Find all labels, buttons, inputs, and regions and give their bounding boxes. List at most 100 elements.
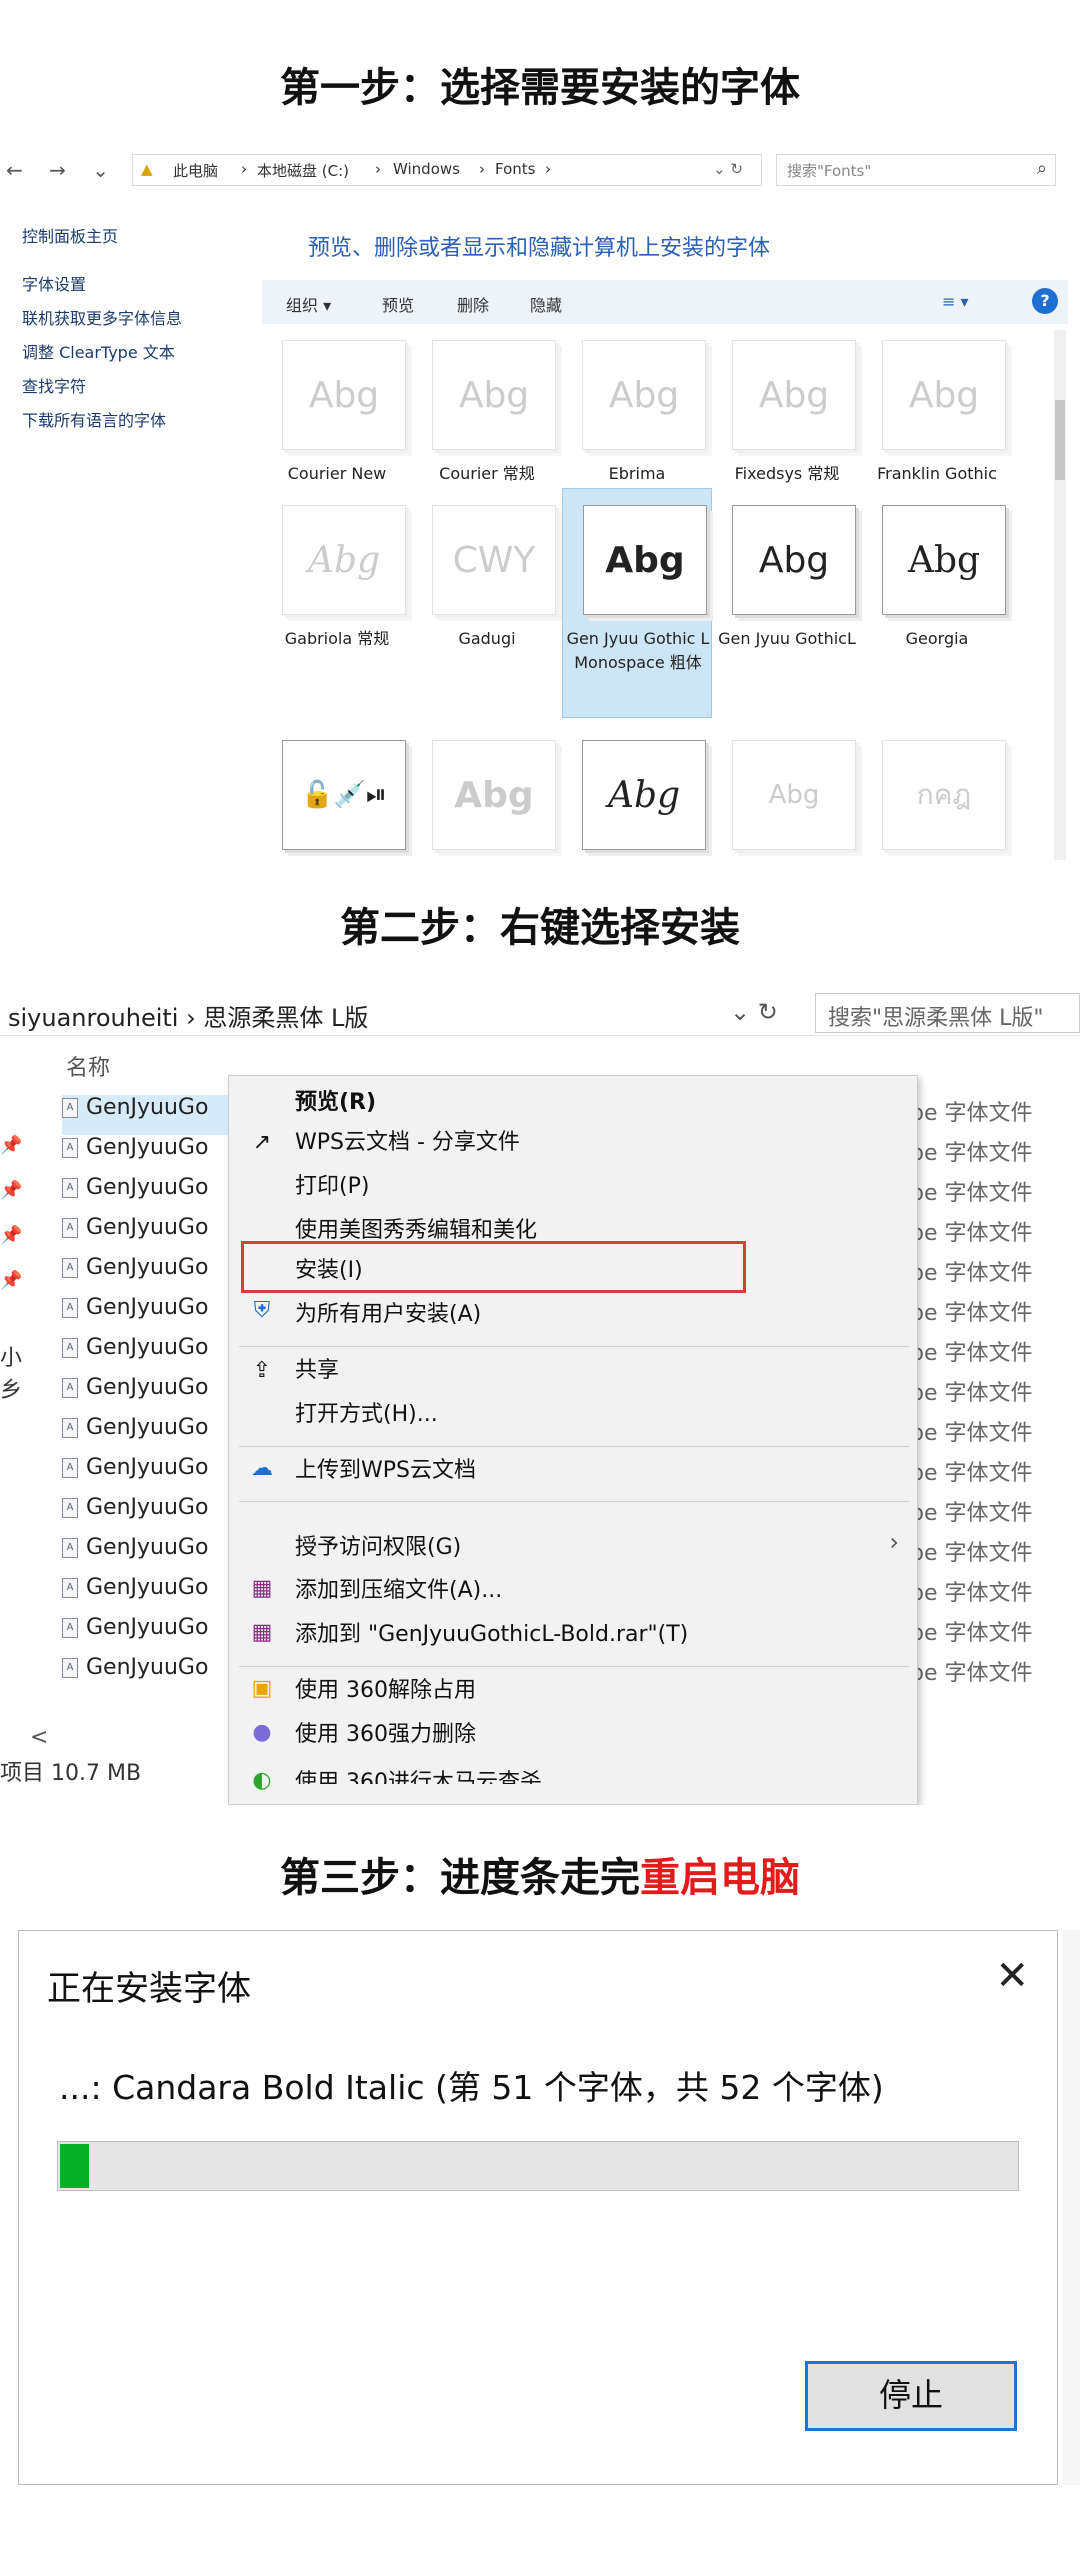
- help-icon[interactable]: ?: [1032, 288, 1058, 314]
- file-row[interactable]: A GenJyuuGo: [62, 1415, 242, 1455]
- file-row[interactable]: A GenJyuuGo: [62, 1215, 242, 1255]
- font-label: Gabriola 常规: [284, 629, 390, 648]
- font-tile[interactable]: Abg Courier New: [262, 330, 412, 483]
- font-label: Ebrima: [608, 464, 666, 483]
- file-row[interactable]: A GenJyuuGo: [62, 1455, 242, 1495]
- hide-button[interactable]: 隐藏: [530, 292, 562, 316]
- font-tile[interactable]: Abg: [412, 730, 562, 860]
- scroll-left-arrow[interactable]: <: [30, 1725, 230, 1753]
- file-row[interactable]: A GenJyuuGo: [62, 1615, 242, 1655]
- font-file-icon: A: [62, 1338, 78, 1358]
- pin-icon: 📌: [0, 1270, 23, 1291]
- font-preview: Abg: [282, 505, 406, 615]
- delete-button[interactable]: 删除: [457, 292, 489, 316]
- file-row[interactable]: A GenJyuuGo: [62, 1535, 242, 1575]
- folder-icon: ▲: [141, 160, 153, 178]
- menu-upload-wps[interactable]: 上传到WPS云文档: [295, 1454, 476, 1488]
- column-name-header[interactable]: 名称: [66, 1050, 110, 1082]
- font-tile[interactable]: Abg Fixedsys 常规: [712, 330, 862, 483]
- nav-cleartype[interactable]: 调整 ClearType 文本: [22, 336, 182, 370]
- folder-path[interactable]: siyuanrouheiti › 思源柔黑体 L版: [8, 998, 368, 1033]
- font-tile-selected[interactable]: Abg Gen Jyuu Gothic L Monospace 粗体: [562, 488, 712, 718]
- font-tile[interactable]: กคฎ: [862, 730, 1012, 860]
- pin-icon: 📌: [0, 1225, 23, 1246]
- context-menu: 预览(R) ↗ WPS云文档 - 分享文件 打印(P) 使用美图秀秀编辑和美化 …: [228, 1075, 918, 1805]
- preview-button[interactable]: 预览: [382, 292, 414, 316]
- menu-add-rar[interactable]: 添加到 "GenJyuuGothicL-Bold.rar"(T): [295, 1618, 688, 1652]
- cloud-upload-icon: ☁: [251, 1456, 273, 1481]
- file-row[interactable]: A GenJyuuGo: [62, 1575, 242, 1615]
- organize-button[interactable]: 组织 ▾: [286, 292, 331, 316]
- menu-360-unlock[interactable]: 使用 360解除占用: [295, 1674, 476, 1708]
- menu-install-all-users[interactable]: 为所有用户安装(A): [295, 1298, 481, 1332]
- view-menu-button[interactable]: ≡ ▾: [942, 292, 969, 311]
- stop-button[interactable]: 停止: [805, 2361, 1017, 2431]
- menu-360-delete[interactable]: 使用 360强力删除: [295, 1718, 476, 1752]
- font-tile[interactable]: Abg Georgia: [862, 495, 1012, 648]
- background-window-edge: [1062, 1930, 1080, 2485]
- search-input[interactable]: 搜索"思源柔黑体 L版": [815, 993, 1080, 1033]
- font-tile[interactable]: Abg Franklin Gothic: [862, 330, 1012, 483]
- scrollbar-thumb[interactable]: [1055, 400, 1065, 480]
- step3-title-main: 第三步：进度条走完: [280, 1855, 640, 1901]
- file-type: pe 字体文件: [910, 1501, 1033, 1526]
- menu-360-scan[interactable]: 使用 360进行木马云查杀: [295, 1766, 542, 1784]
- font-tile[interactable]: Abg Courier 常规: [412, 330, 562, 483]
- file-row[interactable]: A GenJyuuGo: [62, 1255, 242, 1295]
- search-input[interactable]: 搜索"Fonts" ⌕: [776, 154, 1056, 186]
- sidebar-item-label[interactable]: 小乡: [0, 1340, 22, 1404]
- font-label: Courier New: [287, 464, 387, 483]
- unlock-360-icon: ▣: [251, 1676, 273, 1701]
- menu-grant-access[interactable]: 授予访问权限(G): [295, 1531, 461, 1565]
- menu-preview[interactable]: 预览(R): [295, 1086, 376, 1120]
- file-name: GenJyuuGo: [86, 1295, 209, 1320]
- font-preview: Abg: [882, 505, 1006, 615]
- crumb-fonts[interactable]: Fonts: [495, 160, 535, 178]
- file-name: GenJyuuGo: [86, 1215, 209, 1240]
- nav-control-panel-home[interactable]: 控制面板主页: [22, 220, 182, 254]
- font-file-icon: A: [62, 1138, 78, 1158]
- font-tile[interactable]: 🔓💉⏯: [262, 730, 412, 860]
- vertical-scrollbar[interactable]: [1054, 330, 1066, 860]
- nav-download-fonts[interactable]: 下载所有语言的字体: [22, 404, 182, 438]
- path-box[interactable]: ▲ 此电脑 › 本地磁盘 (C:) › Windows › Fonts › ⌄ …: [132, 154, 762, 186]
- file-row[interactable]: A GenJyuuGo: [62, 1135, 242, 1175]
- crumb-this-pc[interactable]: 此电脑: [173, 160, 218, 181]
- crumb-drive-c[interactable]: 本地磁盘 (C:): [257, 160, 349, 181]
- menu-add-archive[interactable]: 添加到压缩文件(A)...: [295, 1574, 502, 1608]
- menu-print[interactable]: 打印(P): [295, 1170, 369, 1204]
- file-row[interactable]: A GenJyuuGo: [62, 1655, 242, 1695]
- close-icon[interactable]: ✕: [995, 1953, 1029, 1999]
- file-name: GenJyuuGo: [86, 1615, 209, 1640]
- file-row[interactable]: A GenJyuuGo: [62, 1295, 242, 1335]
- file-row[interactable]: A GenJyuuGo: [62, 1375, 242, 1415]
- font-tile[interactable]: Abg: [562, 730, 712, 860]
- file-row[interactable]: A GenJyuuGo: [62, 1495, 242, 1535]
- font-tile[interactable]: Abg Ebrima: [562, 330, 712, 483]
- font-label: Georgia: [905, 629, 969, 648]
- file-row[interactable]: A GenJyuuGo: [62, 1175, 242, 1215]
- address-controls[interactable]: ⌄ ↻: [730, 998, 778, 1026]
- font-tile[interactable]: Abg Gen Jyuu GothicL: [712, 495, 862, 648]
- search-placeholder: 搜索"Fonts": [787, 162, 872, 180]
- font-tile[interactable]: CWY Gadugi: [412, 495, 562, 648]
- search-icon[interactable]: ⌕: [1037, 158, 1047, 179]
- crumb-sep-1: ›: [241, 160, 247, 178]
- font-preview: Abg: [732, 505, 856, 615]
- nav-find-char[interactable]: 查找字符: [22, 370, 182, 404]
- menu-wps-share[interactable]: WPS云文档 - 分享文件: [295, 1126, 520, 1160]
- file-row[interactable]: A GenJyuuGo: [62, 1095, 242, 1135]
- font-preview: Abg: [732, 740, 856, 850]
- file-name: GenJyuuGo: [86, 1455, 209, 1480]
- file-type: pe 字体文件: [910, 1261, 1033, 1286]
- font-tile[interactable]: Abg Gabriola 常规: [262, 495, 412, 648]
- file-row[interactable]: A GenJyuuGo: [62, 1335, 242, 1375]
- menu-share[interactable]: 共享: [295, 1354, 339, 1388]
- address-controls[interactable]: ⌄ ↻: [713, 160, 743, 178]
- menu-install[interactable]: 安装(I): [295, 1254, 363, 1288]
- crumb-windows[interactable]: Windows: [393, 160, 460, 178]
- nav-font-settings[interactable]: 字体设置: [22, 268, 182, 302]
- font-tile[interactable]: Abg: [712, 730, 862, 860]
- menu-open-with[interactable]: 打开方式(H)...: [295, 1398, 438, 1432]
- nav-get-more-fonts[interactable]: 联机获取更多字体信息: [22, 302, 182, 336]
